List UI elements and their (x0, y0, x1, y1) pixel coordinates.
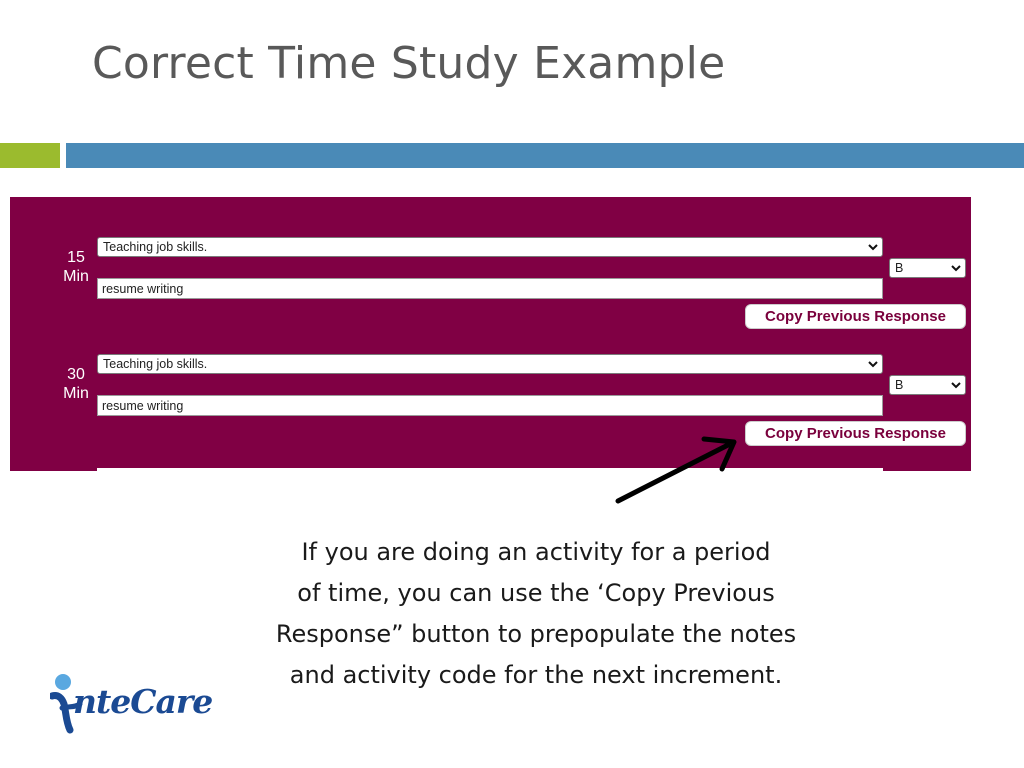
activity-code-value: B (895, 378, 904, 392)
caption-line: Response” button to prepopulate the note… (275, 620, 797, 648)
time-slot-15: 15 Min Teaching job skills. B resume wri… (10, 237, 971, 347)
activity-select-value: Teaching job skills. (103, 357, 208, 371)
logo-wordmark: nteCare (73, 682, 213, 721)
slot-label-number: 15 (67, 249, 85, 266)
slot-label-unit: Min (63, 268, 89, 285)
caption-line: and activity code for the next increment… (289, 661, 783, 689)
slot-label: 15 Min (56, 248, 96, 286)
time-study-panel: 15 Min Teaching job skills. B resume wri… (10, 197, 971, 471)
slide-title: Correct Time Study Example (92, 38, 726, 89)
copy-previous-response-button[interactable]: Copy Previous Response (745, 421, 966, 446)
intecare-logo: nteCare (50, 672, 220, 736)
copy-previous-response-button[interactable]: Copy Previous Response (745, 304, 966, 329)
accent-bar-green (0, 143, 60, 168)
chevron-down-icon (868, 244, 878, 251)
slot-label-number: 30 (67, 366, 85, 383)
instruction-caption: If you are doing an activity for a perio… (236, 532, 836, 696)
chevron-down-icon (951, 382, 961, 389)
activity-select-value: Teaching job skills. (103, 240, 208, 254)
caption-line: of time, you can use the ‘Copy Previous (297, 579, 775, 607)
arrow-pointer-icon (615, 436, 737, 504)
chevron-down-icon (868, 361, 878, 368)
slot-label: 30 Min (56, 365, 96, 403)
accent-bar-blue (66, 143, 1024, 168)
slot-label-unit: Min (63, 385, 89, 402)
chevron-down-icon (951, 265, 961, 272)
next-slot-input-edge (97, 468, 883, 471)
notes-input[interactable]: resume writing (97, 278, 883, 299)
activity-select[interactable]: Teaching job skills. (97, 354, 883, 374)
notes-input[interactable]: resume writing (97, 395, 883, 416)
activity-code-value: B (895, 261, 904, 275)
activity-select[interactable]: Teaching job skills. (97, 237, 883, 257)
caption-line: If you are doing an activity for a perio… (301, 538, 771, 566)
time-slot-30: 30 Min Teaching job skills. B resume wri… (10, 354, 971, 464)
activity-code-select[interactable]: B (889, 375, 966, 395)
activity-code-select[interactable]: B (889, 258, 966, 278)
